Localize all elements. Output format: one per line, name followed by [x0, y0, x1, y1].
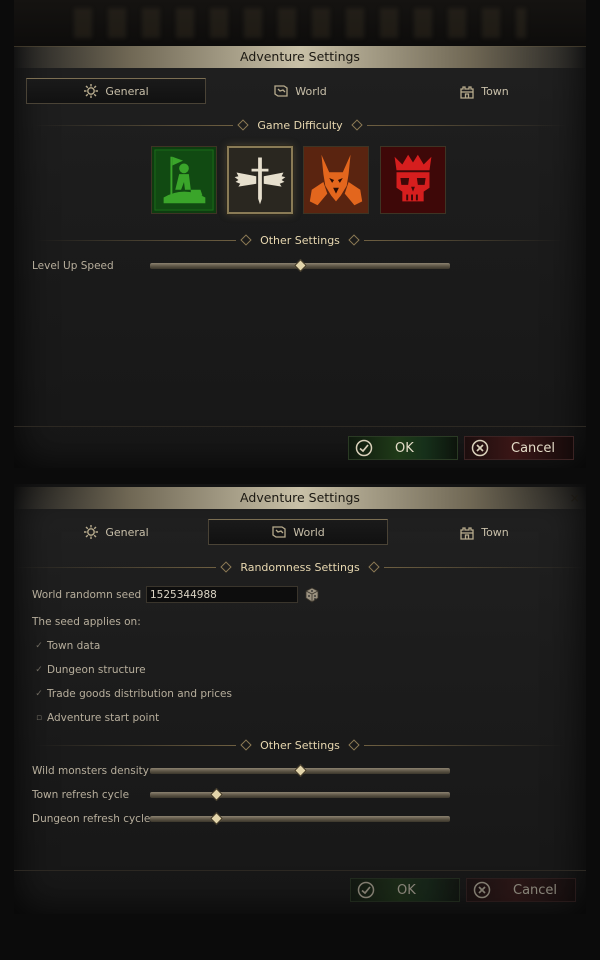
check-trade-goods-label: Trade goods distribution and prices — [47, 688, 232, 700]
title-bar: Adventure Settings — [14, 46, 586, 68]
title-bar: Adventure Settings × — [14, 487, 586, 509]
section-title-other-settings: Other Settings — [260, 233, 340, 247]
adventure-settings-general-panel: Adventure Settings General World Town Ga… — [14, 0, 586, 468]
section-title-randomness-settings: Randomness Settings — [240, 560, 360, 574]
ok-button[interactable]: OK — [350, 878, 460, 902]
checkbox-checked-icon[interactable]: ✓ — [34, 665, 44, 675]
tab-bar: General World Town — [14, 78, 586, 104]
check-adventure-start-point[interactable]: ▫ Adventure start point — [34, 712, 159, 724]
check-adventure-start-point-label: Adventure start point — [47, 712, 160, 724]
section-title-other-settings: Other Settings — [260, 738, 340, 752]
dungeon-refresh-cycle-slider[interactable] — [150, 812, 450, 825]
slider-knob[interactable] — [294, 764, 307, 777]
tab-general[interactable]: General — [26, 78, 206, 104]
gear-icon — [84, 525, 99, 539]
cancel-button-label: Cancel — [511, 440, 556, 456]
check-circle-icon — [355, 439, 373, 457]
slider-knob[interactable] — [294, 259, 307, 272]
tab-bar: General World Town — [14, 519, 586, 545]
tab-world-label: World — [293, 525, 325, 539]
check-dungeon-structure[interactable]: ✓ Dungeon structure — [34, 664, 146, 676]
ok-button-label: OK — [395, 440, 414, 456]
cancel-button[interactable]: Cancel — [464, 436, 574, 460]
wild-monsters-density-label: Wild monsters density — [32, 765, 149, 777]
seed-input[interactable] — [146, 586, 298, 603]
flag-figure-icon — [152, 147, 216, 213]
castle-icon — [460, 527, 474, 540]
check-trade-goods[interactable]: ✓ Trade goods distribution and prices — [34, 688, 232, 700]
winged-sword-icon — [229, 148, 291, 212]
gear-icon — [84, 84, 99, 98]
tab-general-label: General — [105, 84, 149, 98]
check-town-data[interactable]: ✓ Town data — [34, 640, 100, 652]
tab-town[interactable]: Town — [394, 78, 574, 104]
wild-monsters-density-slider[interactable] — [150, 764, 450, 777]
tab-town[interactable]: Town — [394, 519, 574, 545]
section-other-settings: Other Settings — [14, 737, 586, 753]
level-up-speed-label: Level Up Speed — [32, 260, 114, 272]
horned-demon-icon — [304, 147, 368, 213]
difficulty-easy-button[interactable] — [151, 146, 217, 214]
check-dungeon-structure-label: Dungeon structure — [47, 664, 146, 676]
footer-divider — [14, 426, 586, 427]
close-icon[interactable]: × — [570, 487, 580, 509]
ok-button[interactable]: OK — [348, 436, 458, 460]
difficulty-hard-button[interactable] — [303, 146, 369, 214]
seed-applies-label: The seed applies on: — [32, 616, 141, 628]
checkbox-checked-icon[interactable]: ✓ — [34, 689, 44, 699]
close-circle-icon — [471, 439, 489, 457]
level-up-speed-slider[interactable] — [150, 259, 450, 272]
tab-world[interactable]: World — [208, 519, 388, 545]
tab-general[interactable]: General — [26, 519, 206, 545]
window-title: Adventure Settings — [240, 49, 360, 64]
checkbox-unchecked-icon[interactable]: ▫ — [34, 713, 44, 723]
castle-icon — [460, 86, 474, 99]
tab-world-label: World — [295, 84, 327, 98]
cancel-button[interactable]: Cancel — [466, 878, 576, 902]
dice-icon[interactable] — [304, 587, 320, 603]
dungeon-refresh-cycle-label: Dungeon refresh cycle — [32, 813, 151, 825]
difficulty-normal-button[interactable] — [227, 146, 293, 214]
tab-town-label: Town — [481, 84, 509, 98]
slider-knob[interactable] — [210, 788, 223, 801]
town-refresh-cycle-label: Town refresh cycle — [32, 789, 130, 801]
section-title-game-difficulty: Game Difficulty — [257, 118, 343, 132]
tab-town-label: Town — [481, 525, 509, 539]
section-randomness-settings: Randomness Settings — [14, 559, 586, 575]
map-icon — [274, 85, 288, 97]
header-decoration — [14, 0, 586, 47]
seed-label: World randomn seed — [32, 589, 142, 601]
check-town-data-label: Town data — [47, 640, 101, 652]
difficulty-impossible-button[interactable] — [380, 146, 446, 214]
slider-knob[interactable] — [210, 812, 223, 825]
town-refresh-cycle-slider[interactable] — [150, 788, 450, 801]
adventure-settings-world-panel: Adventure Settings × General World Town … — [14, 484, 586, 914]
section-game-difficulty: Game Difficulty — [14, 117, 586, 133]
difficulty-selector — [14, 146, 586, 218]
window-title: Adventure Settings — [240, 490, 360, 505]
tab-world[interactable]: World — [210, 78, 390, 104]
tab-general-label: General — [105, 525, 149, 539]
ok-button-label: OK — [397, 882, 416, 898]
check-circle-icon — [357, 881, 375, 899]
crowned-skull-icon — [381, 147, 445, 213]
cancel-button-label: Cancel — [513, 882, 558, 898]
checkbox-checked-icon[interactable]: ✓ — [34, 641, 44, 651]
close-circle-icon — [473, 881, 491, 899]
section-other-settings: Other Settings — [14, 232, 586, 248]
map-icon — [272, 526, 286, 538]
footer-divider — [14, 870, 586, 871]
